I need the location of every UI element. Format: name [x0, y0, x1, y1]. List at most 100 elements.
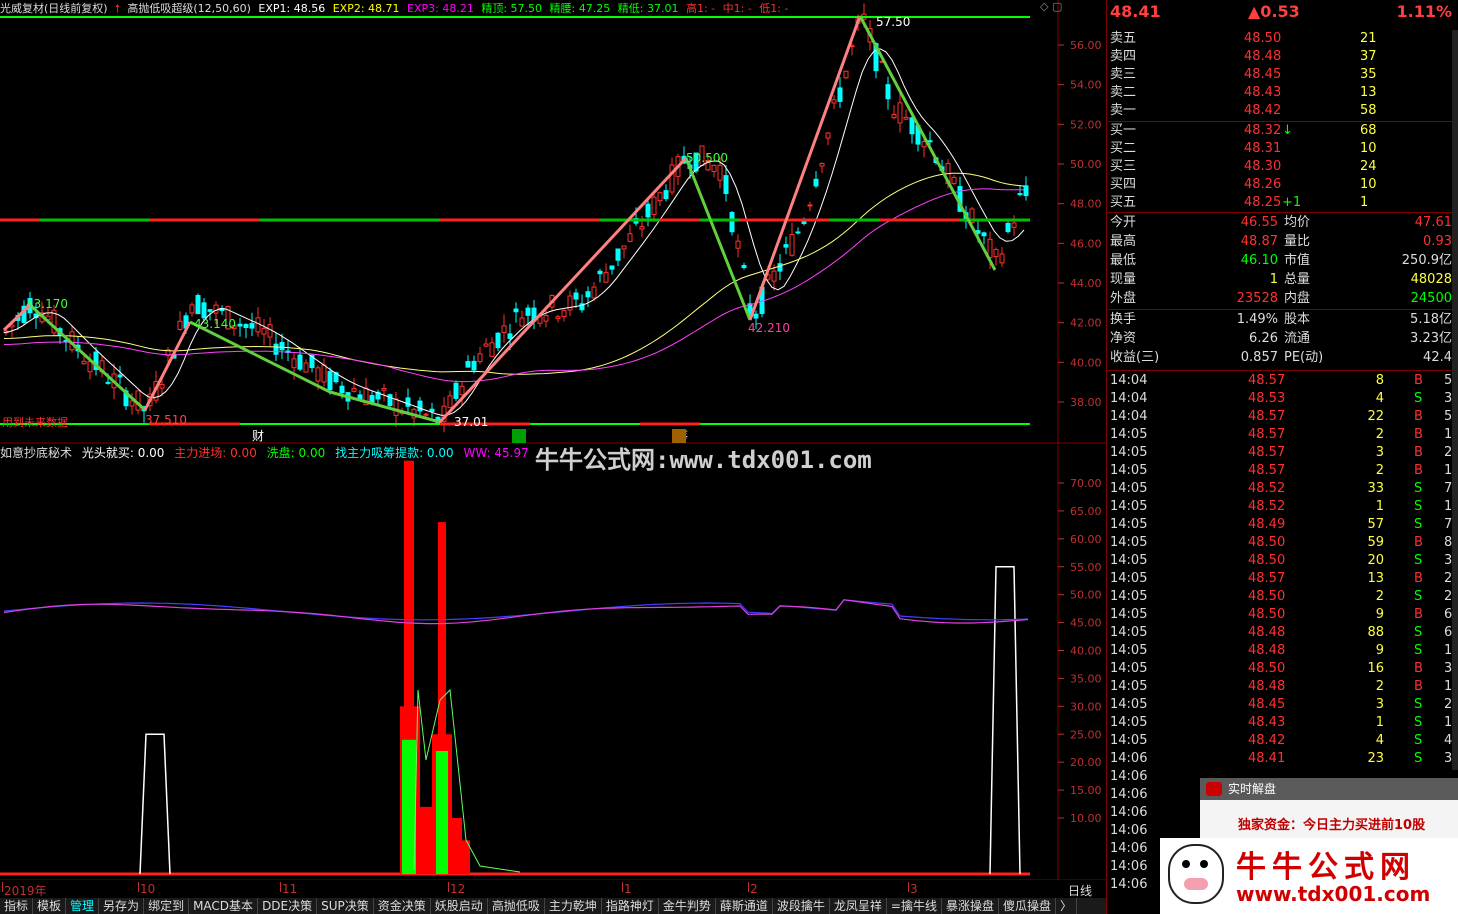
stat-value: 23528 — [1236, 291, 1278, 306]
ask-price: 48.43 — [1244, 85, 1282, 100]
indicator-tab[interactable]: 绑定到 — [144, 898, 190, 914]
date-tick-mark — [448, 882, 449, 892]
tick-side: S — [1414, 643, 1423, 658]
exp2-value: EXP2: 48.71 — [332, 2, 400, 14]
candle-body — [825, 132, 831, 139]
tick-volume: 20 — [1367, 553, 1384, 568]
ask-row: 卖一 48.42 58 — [1108, 102, 1456, 120]
stat-value: 48.87 — [1240, 234, 1278, 249]
ask-label: 卖一 — [1110, 103, 1137, 118]
signal-marker-box — [512, 429, 526, 443]
tick-side: S — [1414, 715, 1423, 730]
candle-body — [519, 317, 525, 327]
period-label[interactable]: 日线 — [1068, 882, 1092, 899]
bid-label: 买五 — [1110, 195, 1137, 210]
stat-value-2: 48028 — [1410, 272, 1452, 287]
tick-price: 48.52 — [1248, 499, 1286, 514]
date-tick-mark — [622, 882, 623, 892]
indicator-tab[interactable]: 高抛低吸 — [488, 898, 545, 914]
tick-side: S — [1414, 553, 1423, 568]
candle-body — [585, 291, 591, 298]
indicator-tab[interactable]: =擒牛线 — [887, 898, 942, 914]
tick-side: B — [1414, 409, 1423, 424]
candle-body — [783, 244, 789, 248]
tick-time: 14:06 — [1110, 859, 1148, 874]
candle-body — [813, 178, 819, 187]
tick-volume: 1 — [1375, 715, 1384, 730]
candle-body — [753, 313, 759, 319]
candle-body — [117, 374, 123, 378]
candle-body — [465, 361, 471, 368]
tick-row: 14:05 48.49 57 S 7 — [1108, 516, 1456, 534]
candle-body — [555, 316, 561, 319]
tick-time: 14:06 — [1110, 805, 1148, 820]
tick-price: 48.50 — [1248, 553, 1286, 568]
sub-indicator-name[interactable]: 如意抄底秘术 — [0, 446, 72, 460]
indicator-tab[interactable]: 龙凤呈祥 — [830, 898, 887, 914]
realtime-popup[interactable]: 实时解盘 独家资金：今日主力买进前10股 — [1200, 778, 1458, 838]
indicator-tab[interactable]: 另存为 — [99, 898, 145, 914]
tick-price: 48.48 — [1248, 643, 1286, 658]
formula-name[interactable]: 高抛低吸超级(12,50,60) — [127, 2, 251, 14]
tick-price: 48.50 — [1248, 661, 1286, 676]
popup-text[interactable]: 独家资金：今日主力买进前10股 — [1238, 814, 1425, 833]
wash-bar — [436, 751, 448, 874]
candle-body — [381, 387, 387, 391]
tick-volume: 9 — [1375, 643, 1384, 658]
tick-price: 48.50 — [1248, 589, 1286, 604]
exp3-value: EXP3: 48.21 — [407, 2, 474, 14]
tick-row: 14:05 48.57 2 B 1 — [1108, 426, 1456, 444]
tick-side: S — [1414, 697, 1423, 712]
candle-body — [651, 196, 657, 216]
indicator-tab[interactable]: 暴涨操盘 — [942, 898, 999, 914]
indicator-tab[interactable]: 傻瓜操盘 — [999, 898, 1057, 914]
ad-banner[interactable]: 牛牛公式网 www.tdx001.com — [1160, 838, 1458, 914]
ad-url[interactable]: www.tdx001.com — [1236, 882, 1430, 906]
indicator-tab[interactable]: 主力乾坤 — [545, 898, 602, 914]
divider — [1108, 212, 1456, 213]
indicator-tab[interactable]: 模板 — [33, 898, 67, 914]
tick-price: 48.52 — [1248, 481, 1286, 496]
stat-value-2: 24500 — [1410, 291, 1452, 306]
candle-body — [999, 253, 1005, 264]
bid-row: 买四 48.26 10 — [1108, 176, 1456, 194]
candle-body — [447, 395, 453, 408]
tick-volume: 3 — [1375, 697, 1384, 712]
stat-value: 46.10 — [1240, 253, 1278, 268]
indicator-tab[interactable]: 金牛判势 — [659, 898, 716, 914]
indicator-tab[interactable]: SUP决策 — [317, 898, 374, 914]
candle-body — [405, 397, 411, 407]
candle-body — [513, 308, 519, 313]
price-change: ▲0.53 — [1248, 2, 1300, 21]
bid-label: 买三 — [1110, 159, 1137, 174]
tick-row: 14:05 48.50 2 S 2 — [1108, 588, 1456, 606]
date-tick-label: 10 — [140, 882, 156, 896]
indicator-tab[interactable]: DDE决策 — [258, 898, 318, 914]
tabs-next-icon[interactable]: 〉 — [1056, 898, 1078, 914]
stat-value-2: 250.9亿 — [1401, 253, 1452, 268]
indicator-tab[interactable]: 指标 — [0, 898, 34, 914]
bid-price: 48.30 — [1244, 159, 1282, 174]
indicator-tab[interactable]: 管理 — [66, 898, 100, 914]
tick-scrollbar[interactable] — [1452, 30, 1458, 770]
indicator-tab[interactable]: 波段擒牛 — [773, 898, 830, 914]
top-value: 精顶: 57.50 — [481, 2, 543, 14]
tick-time: 14:05 — [1110, 517, 1148, 532]
candle-body — [189, 304, 195, 314]
indicator-tab[interactable]: 薛斯通道 — [716, 898, 773, 914]
indicator-tab[interactable]: MACD基本 — [189, 898, 259, 914]
tick-time: 14:05 — [1110, 625, 1148, 640]
indicator-tab[interactable]: 指路神灯 — [602, 898, 659, 914]
candle-body — [201, 302, 207, 319]
divider — [1108, 309, 1456, 310]
indicator-tab[interactable]: 妖股启动 — [431, 898, 488, 914]
candle-body — [885, 84, 891, 100]
candle-body — [237, 323, 243, 327]
settings-icon[interactable]: ◇ ▢ — [1040, 0, 1062, 13]
ask-volume: 21 — [1360, 31, 1377, 46]
candle-body — [273, 343, 279, 355]
candle-body — [993, 249, 999, 258]
sub-tick-label: 45.00 — [1070, 617, 1102, 630]
tick-time: 14:05 — [1110, 643, 1148, 658]
indicator-tab[interactable]: 资金决策 — [374, 898, 431, 914]
